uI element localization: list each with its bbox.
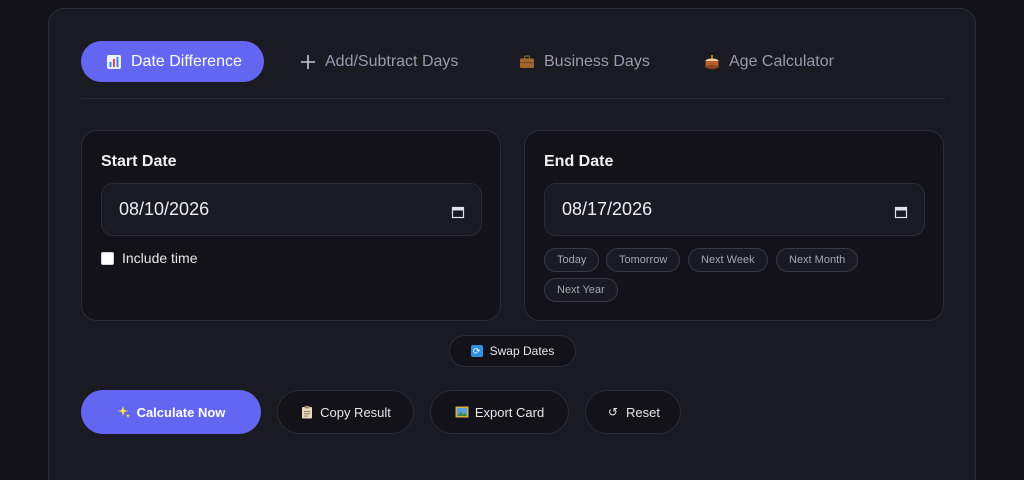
- end-date-input[interactable]: 08/17/2026: [544, 183, 925, 236]
- swap-dates-button[interactable]: ⟳ Swap Dates: [449, 335, 576, 367]
- tab-label: Business Days: [544, 52, 650, 70]
- tab-add-subtract-days[interactable]: Add/Subtract Days: [299, 41, 458, 82]
- tab-date-difference[interactable]: Date Difference: [81, 41, 264, 82]
- sparkles-icon: [117, 405, 131, 419]
- tab-bar: Date Difference Add/Subtract Days Busine…: [81, 41, 945, 99]
- tab-label: Age Calculator: [729, 52, 834, 70]
- calculate-button[interactable]: Calculate Now: [81, 390, 261, 434]
- start-date-title: Start Date: [101, 153, 177, 170]
- include-time-row[interactable]: Include time: [101, 250, 197, 266]
- end-date-panel: End Date 08/17/2026 Today Tomorrow Next …: [524, 130, 944, 321]
- plus-icon: [299, 53, 317, 71]
- shortcut-next-month[interactable]: Next Month: [776, 248, 859, 272]
- tab-label: Add/Subtract Days: [325, 52, 459, 70]
- export-label: Export Card: [474, 404, 545, 420]
- tab-business-days[interactable]: Business Days: [518, 41, 650, 82]
- shortcut-next-year[interactable]: Next Year: [544, 278, 618, 302]
- swap-label: Swap Dates: [489, 344, 555, 358]
- shortcut-today[interactable]: Today: [544, 248, 600, 272]
- briefcase-icon: [518, 53, 536, 71]
- include-time-checkbox[interactable]: [101, 251, 114, 265]
- calendar-icon[interactable]: [451, 203, 465, 218]
- picture-icon: [455, 405, 469, 419]
- end-date-title: End Date: [544, 153, 614, 170]
- include-time-label: Include time: [122, 250, 198, 266]
- end-date-value: 08/17/2026: [562, 199, 653, 219]
- tab-label: Date Difference: [131, 52, 242, 70]
- tab-age-calculator[interactable]: Age Calculator: [703, 41, 834, 82]
- calculator-card: Date Difference Add/Subtract Days Busine…: [48, 8, 976, 480]
- reset-icon: ↺: [607, 405, 619, 419]
- start-date-value: 08/10/2026: [119, 199, 210, 219]
- start-date-panel: Start Date 08/10/2026 Include time: [81, 130, 501, 321]
- copy-label: Copy Result: [320, 404, 391, 420]
- reset-button[interactable]: ↺ Reset: [585, 390, 681, 434]
- copy-result-button[interactable]: Copy Result: [277, 390, 414, 434]
- start-date-input[interactable]: 08/10/2026: [101, 183, 482, 236]
- clipboard-icon: [300, 405, 314, 419]
- calculate-label: Calculate Now: [136, 404, 226, 420]
- export-card-button[interactable]: Export Card: [430, 390, 569, 434]
- shortcut-next-week[interactable]: Next Week: [688, 248, 768, 272]
- cake-icon: [703, 53, 721, 71]
- shortcut-tomorrow[interactable]: Tomorrow: [606, 248, 681, 272]
- reset-label: Reset: [626, 404, 660, 420]
- bar-chart-icon: [105, 53, 123, 71]
- swap-icon: ⟳: [470, 345, 483, 357]
- calendar-icon[interactable]: [894, 203, 908, 218]
